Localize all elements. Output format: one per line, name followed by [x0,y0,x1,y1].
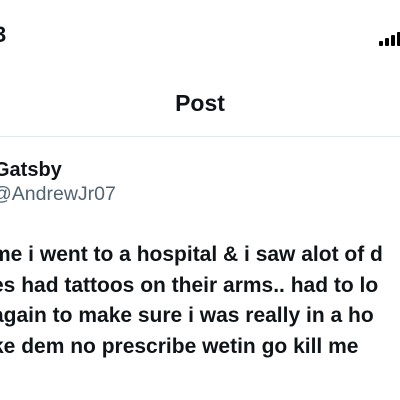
nav-header: Post [0,60,400,137]
page-title: Post [175,90,225,116]
author-handle[interactable]: @AndrewJr07 [0,183,116,206]
post-text-line: es had tattoos on their arms.. had to lo [0,273,379,297]
post-text-line: ke dem no prescribe wetin go kill me [0,334,359,358]
status-time: 3 [0,22,7,47]
status-bar: 3 [0,0,400,60]
cellular-signal-icon [379,30,400,46]
post-text: me i went to a hospital & i saw alot of … [0,240,400,362]
author-name[interactable]: Gatsby [0,159,62,182]
post-text-line: again to make sure i was really in a ho [0,304,374,327]
post-text-line: me i went to a hospital & i saw alot of … [0,243,383,266]
